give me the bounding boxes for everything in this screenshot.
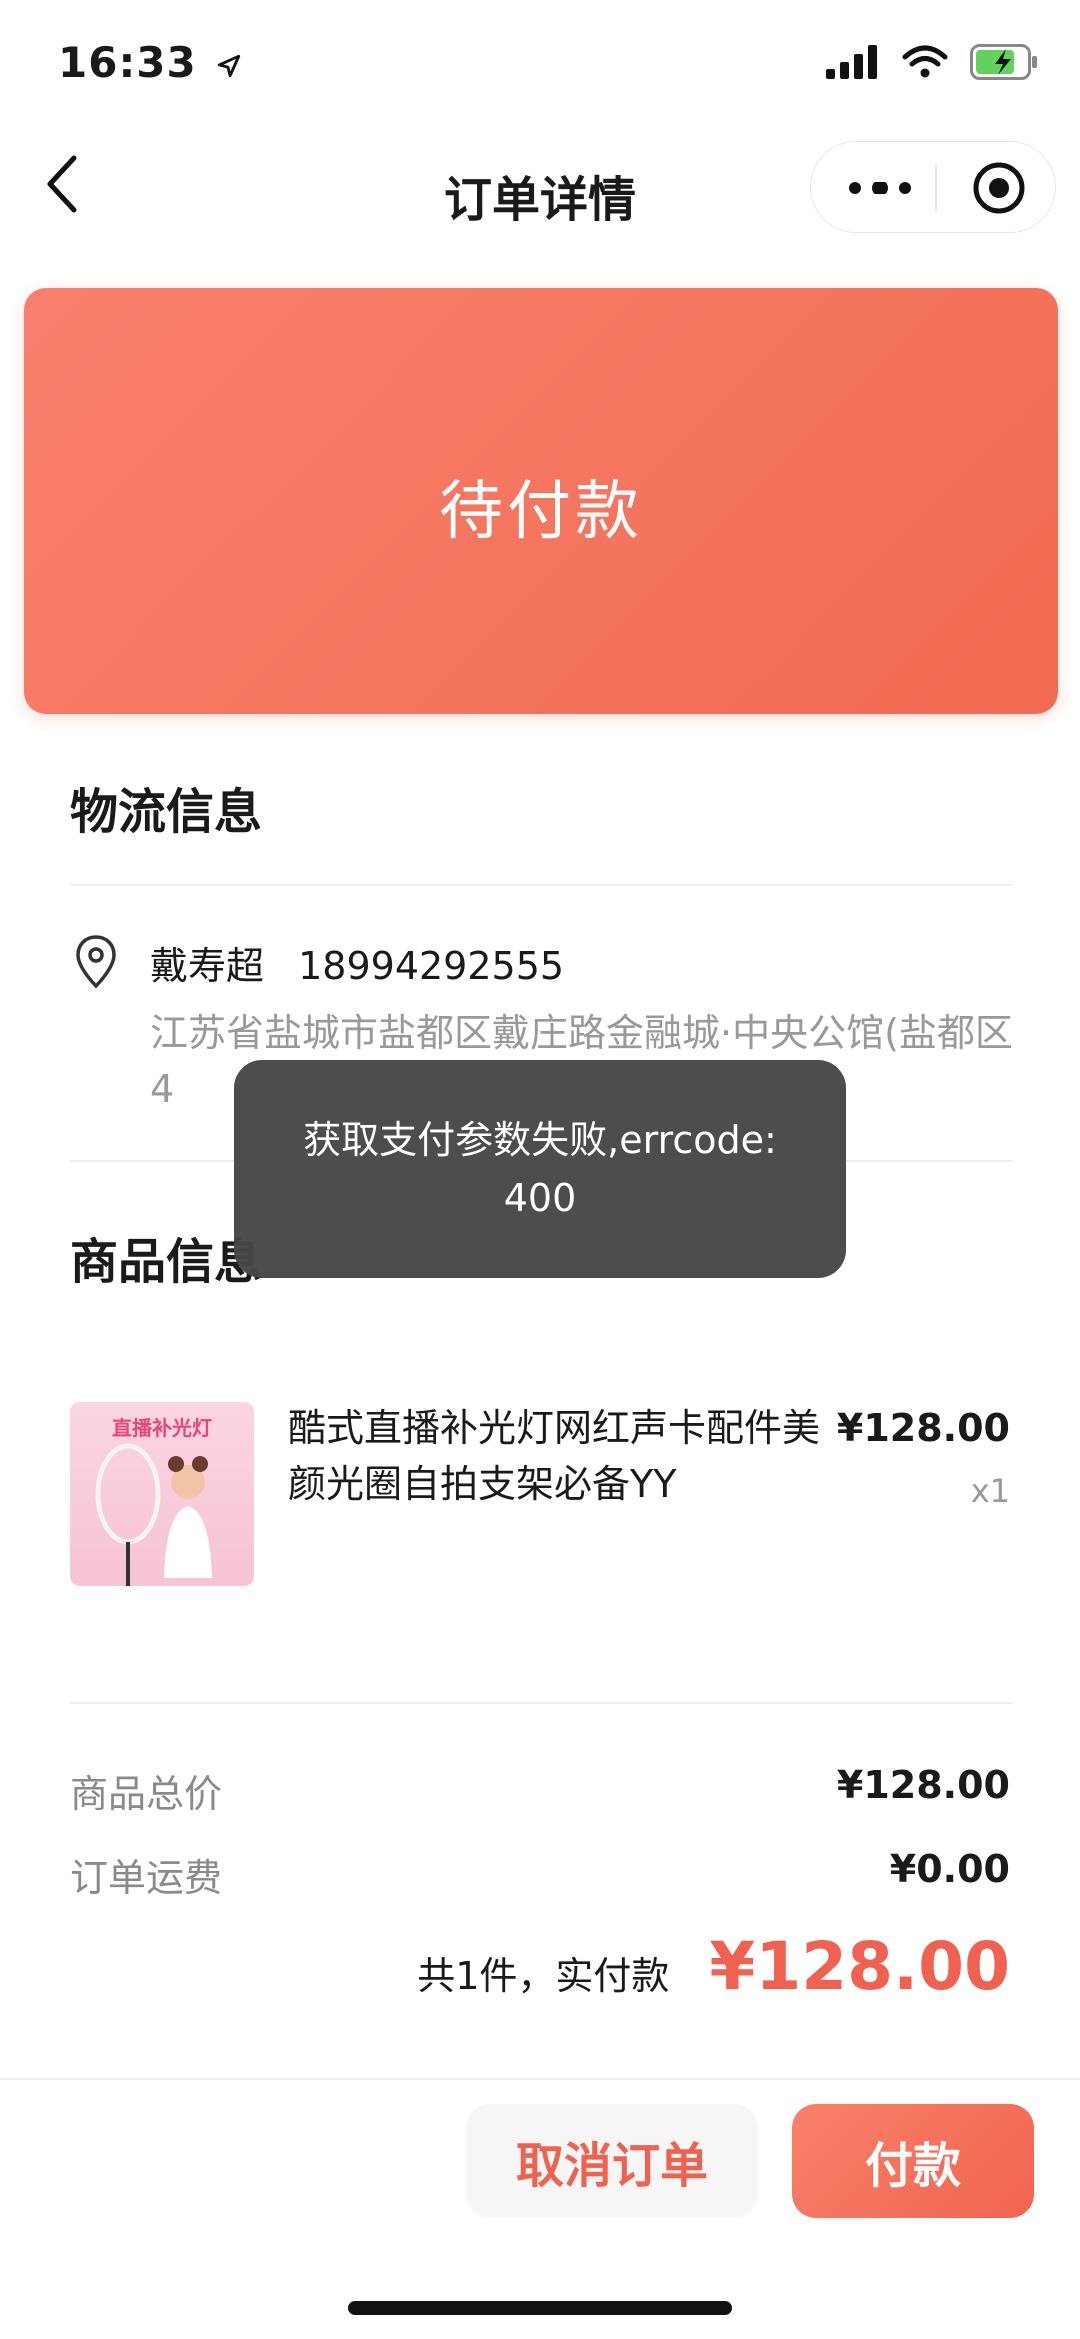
status-indicators: [826, 44, 1040, 80]
toast-message: 获取支付参数失败,errcode: 400: [303, 1118, 777, 1220]
shipping-value: ¥0.00: [889, 1847, 1010, 1891]
order-status-banner: 待付款: [24, 288, 1058, 714]
status-time: 16:33: [58, 38, 242, 87]
total-line: 共1件，实付款 ¥128.00: [417, 1928, 1010, 2005]
signal-icon: [826, 45, 877, 79]
close-program-icon[interactable]: [971, 160, 1027, 216]
recipient-contact: 戴寿超 18994292555: [150, 935, 564, 990]
product-quantity: x1: [970, 1472, 1010, 1510]
error-toast: 获取支付参数失败,errcode: 400: [234, 1060, 846, 1278]
mini-program-capsule: [810, 141, 1056, 233]
bottom-bar-divider: [0, 2078, 1080, 2080]
more-icon[interactable]: [849, 182, 911, 194]
shipping-label: 订单运费: [70, 1856, 223, 1900]
total-amount: ¥128.00: [709, 1928, 1010, 2005]
total-label: 共1件，实付款: [417, 1954, 670, 1998]
recipient-name: 戴寿超: [150, 944, 265, 988]
capsule-divider: [935, 164, 937, 212]
battery-charging-icon: [970, 44, 1037, 80]
cancel-order-button[interactable]: 取消订单: [466, 2104, 758, 2218]
subtotal-value: ¥128.00: [836, 1763, 1010, 1807]
logistics-section-title: 物流信息: [70, 784, 263, 840]
product-image[interactable]: 直播补光灯: [70, 1402, 254, 1586]
order-status-text: 待付款: [439, 475, 643, 549]
location-pin-icon: [76, 935, 116, 989]
divider: [70, 1702, 1012, 1704]
product-name[interactable]: 酷式直播补光灯网红声卡配件美颜光圈自拍支架必备YY: [288, 1400, 828, 1512]
recipient-phone: 18994292555: [298, 944, 565, 988]
subtotal-label: 商品总价: [70, 1772, 223, 1816]
product-price: ¥128.00: [836, 1406, 1010, 1450]
ring-light-illustration: [95, 1443, 212, 1586]
wifi-icon: [902, 45, 948, 78]
home-indicator[interactable]: [348, 2301, 732, 2315]
location-arrow-icon: [218, 54, 241, 77]
divider: [70, 884, 1012, 886]
pay-button[interactable]: 付款: [792, 2104, 1034, 2218]
